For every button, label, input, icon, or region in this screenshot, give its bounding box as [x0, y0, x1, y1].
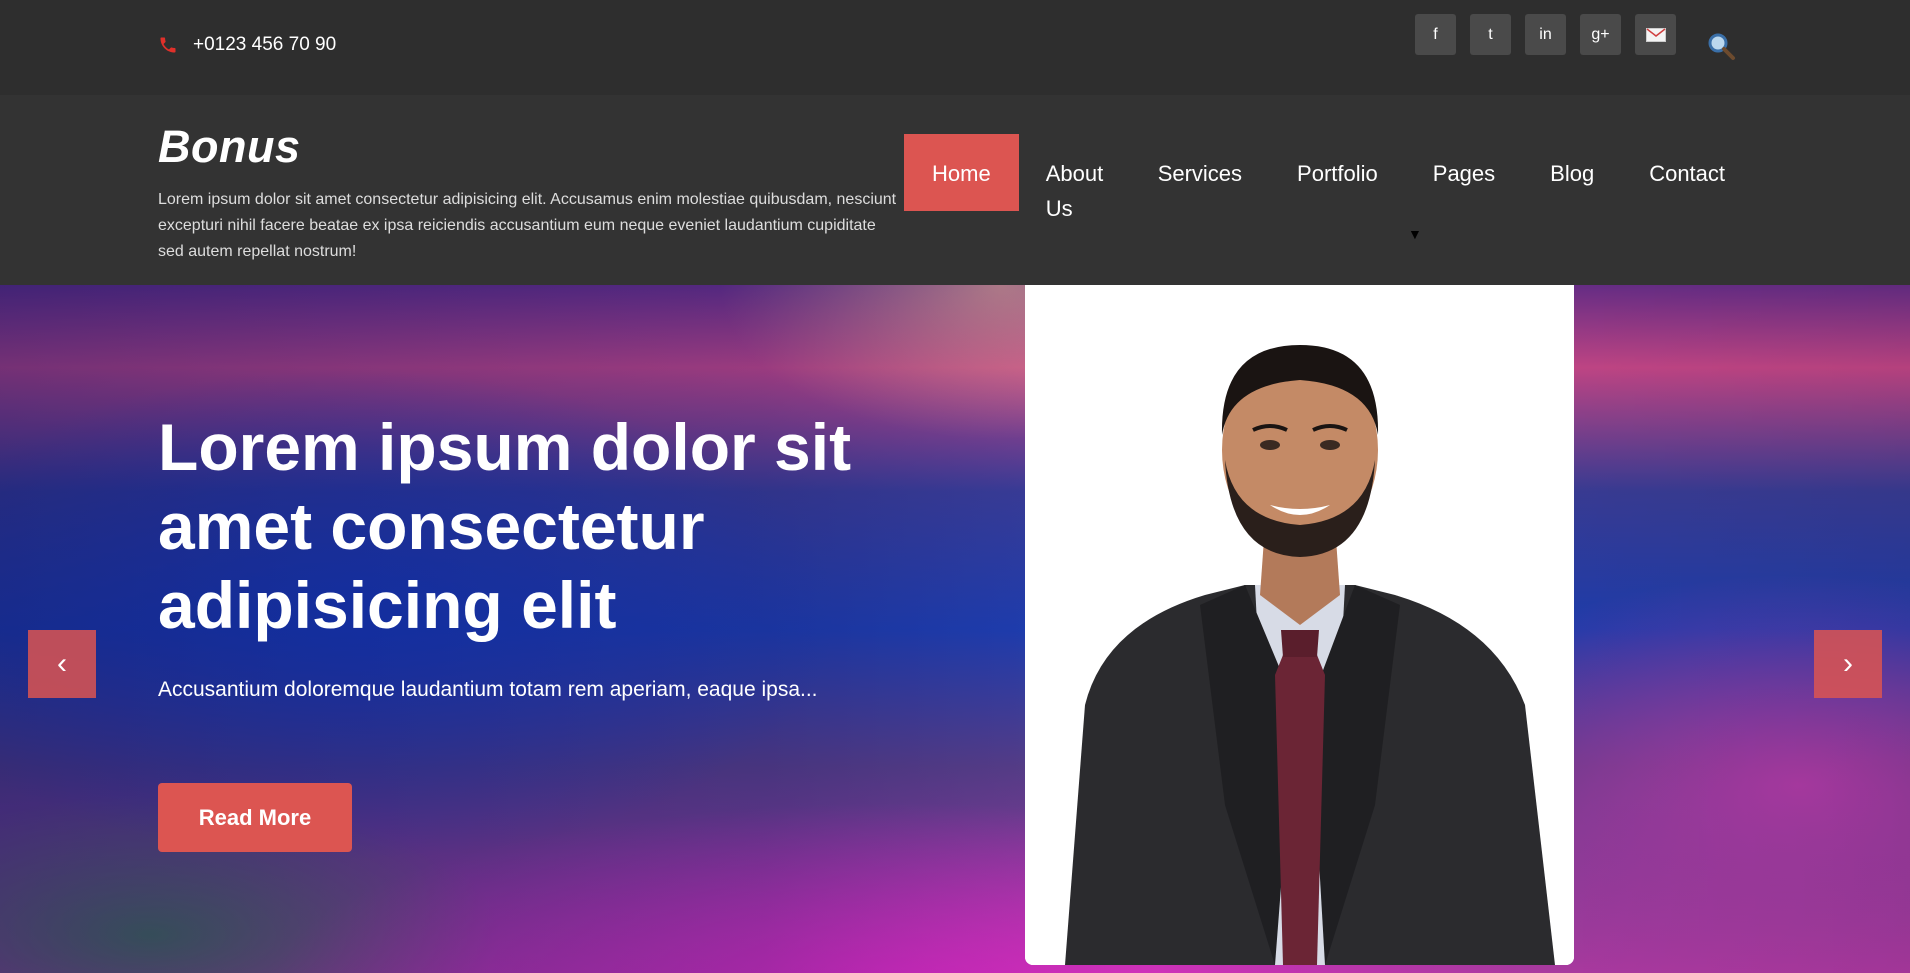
facebook-icon: f: [1433, 25, 1438, 43]
read-more-button[interactable]: Read More: [158, 783, 352, 852]
portrait-image: [1025, 285, 1574, 965]
phone-contact[interactable]: +0123 456 70 90: [158, 34, 336, 56]
linkedin-button[interactable]: in: [1525, 14, 1566, 55]
slider-prev-button[interactable]: ‹: [28, 630, 96, 698]
google-plus-button[interactable]: g+: [1580, 14, 1621, 55]
nav-portfolio[interactable]: Portfolio: [1270, 134, 1406, 211]
nav-about[interactable]: About Us: [1019, 134, 1131, 246]
chevron-left-icon: ‹: [57, 647, 67, 680]
hero-subtitle: Accusantium doloremque laudantium totam …: [158, 678, 818, 701]
nav-home[interactable]: Home: [904, 134, 1019, 211]
google-plus-icon: g+: [1591, 25, 1610, 43]
slider-next-button[interactable]: ›: [1814, 630, 1882, 698]
search-icon[interactable]: [1706, 31, 1736, 61]
twitter-button[interactable]: t: [1470, 14, 1511, 55]
facebook-button[interactable]: f: [1415, 14, 1456, 55]
phone-number: +0123 456 70 90: [193, 34, 337, 55]
linkedin-icon: in: [1539, 25, 1552, 43]
email-icon: [1645, 27, 1666, 42]
main-nav: Home About Us Services Portfolio Pages B…: [904, 134, 1753, 246]
chevron-down-icon[interactable]: ▼: [1408, 226, 1422, 242]
site-tagline: Lorem ipsum dolor sit amet consectetur a…: [158, 191, 897, 260]
twitter-icon: t: [1488, 25, 1493, 43]
hero-slider: Lorem ipsum dolor sit amet consectetur a…: [0, 285, 1910, 973]
hero-portrait: [1025, 285, 1574, 965]
phone-icon: [160, 37, 176, 53]
social-links: f t in g+: [1415, 14, 1690, 55]
site-logo[interactable]: Bonus: [158, 121, 301, 173]
top-bar: +0123 456 70 90 f t in g+: [0, 0, 1910, 95]
nav-services[interactable]: Services: [1131, 134, 1270, 211]
email-button[interactable]: [1635, 14, 1676, 55]
site-header: Bonus Lorem ipsum dolor sit amet consect…: [0, 95, 1910, 285]
nav-blog[interactable]: Blog: [1523, 134, 1622, 211]
nav-contact[interactable]: Contact: [1622, 134, 1753, 211]
hero-title: Lorem ipsum dolor sit amet consectetur a…: [158, 410, 852, 642]
nav-pages[interactable]: Pages: [1406, 134, 1523, 211]
chevron-right-icon: ›: [1843, 647, 1853, 680]
